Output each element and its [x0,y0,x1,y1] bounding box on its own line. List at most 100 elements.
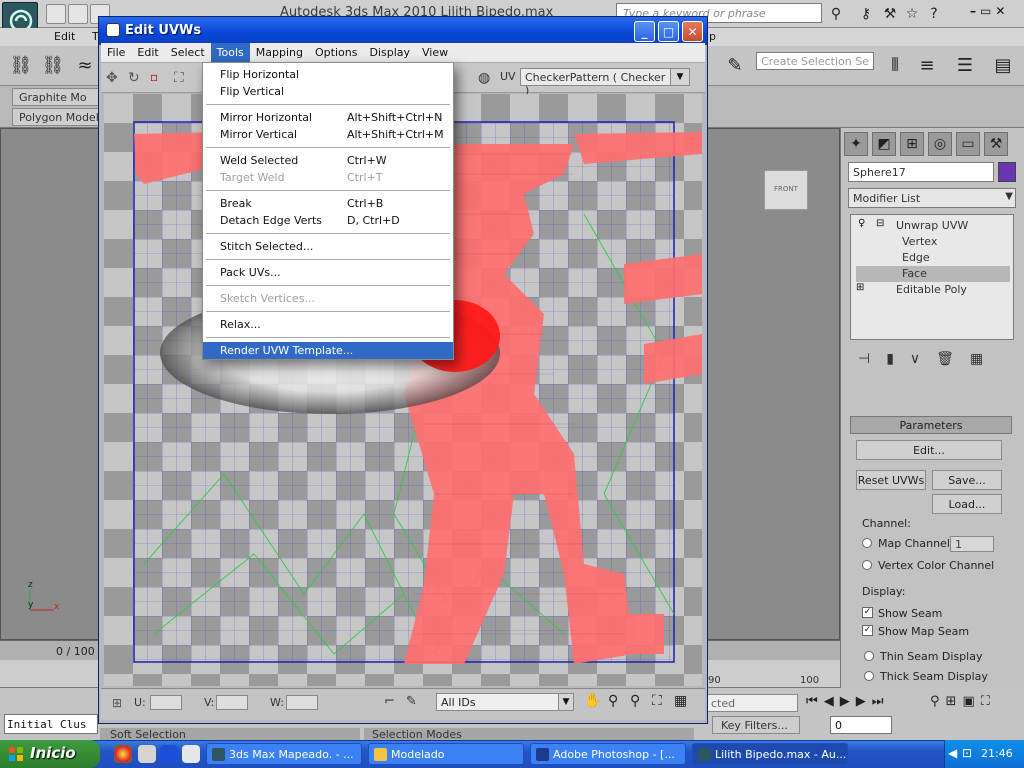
stack-item-edge[interactable]: Edge [856,250,1010,266]
grid-snap-icon[interactable]: ▦ [674,693,687,709]
rotate-icon[interactable]: ↻ [128,70,140,86]
network-icon[interactable]: ⊡ [962,746,972,760]
configure-sets-icon[interactable]: ▦ [970,351,983,367]
thin-seam-radio[interactable] [864,651,874,661]
zoom-extents-icon[interactable]: ⛶ [652,693,662,709]
uvw-menu-tools[interactable]: Tools [210,43,250,63]
named-selection-icon[interactable]: ✎ [722,52,748,78]
taskbar-item-lilith-bipedo[interactable]: Lilith Bipedo.max - Au... [692,743,848,765]
collapse-minus-icon[interactable]: ⊟ [876,218,884,229]
selected-set-dropdown[interactable]: cted [706,694,798,712]
thick-seam-radio[interactable] [864,671,874,681]
calculator-icon[interactable] [138,745,156,763]
close-icon[interactable]: ✕ [995,4,1005,24]
filter-selected-icon[interactable]: ✎ [406,694,417,709]
zoom-icon[interactable]: ⚲ [930,694,940,709]
current-frame-input[interactable]: 0 [830,716,892,734]
mirror-icon[interactable]: ⫴ [882,52,908,78]
uvw-menu-file[interactable]: File [101,43,131,63]
minimize-icon[interactable]: – [970,4,976,24]
edit-uvws-button[interactable]: Edit... [856,440,1002,460]
pan-hand-icon[interactable]: ✋ [584,693,601,709]
modify-tab-icon[interactable]: ◩ [872,132,896,156]
stack-item-vertex[interactable]: Vertex [856,234,1010,250]
chrome-icon[interactable] [114,745,132,763]
absolute-offset-icon[interactable]: ⊞ [112,696,122,710]
menu-item-relax[interactable]: Relax... [203,316,453,333]
next-frame-icon[interactable]: ▶ [856,694,866,709]
show-map-icon[interactable]: ◍ [478,70,490,86]
open-file-button[interactable] [68,4,88,24]
maximize-viewport-icon[interactable]: ⛶ [981,694,990,709]
named-selection-set-input[interactable]: Create Selection Se [756,52,874,70]
w-coord-input[interactable] [286,695,318,710]
map-channel-spinner[interactable]: 1 [950,536,994,552]
close-icon[interactable]: ✕ [682,21,703,42]
reset-uvws-button[interactable]: Reset UVWs [856,470,926,490]
menu-item-mirror-vertical[interactable]: Mirror Vertical Alt+Shift+Ctrl+M [203,126,453,143]
maxscript-listener[interactable]: Initial Clus [4,714,98,734]
modifier-list-dropdown[interactable]: Modifier List ▼ [848,188,1016,208]
goto-start-icon[interactable]: ⏮ [806,694,818,709]
uvw-menu-edit[interactable]: Edit [131,43,164,63]
menu-item-render-uvw-template[interactable]: Render UVW Template... [203,342,453,359]
uv-toggle-icon[interactable]: UV [500,70,516,83]
zoom-extents-icon[interactable]: ▣ [962,694,974,709]
freeform-icon[interactable]: ⛶ [174,70,184,86]
bind-space-warp-icon[interactable]: ≈ [72,52,98,78]
play-icon[interactable]: ▶ [840,694,850,709]
viewcube[interactable]: FRONT [764,170,808,210]
vertex-color-radio[interactable] [862,560,872,570]
show-seam-checkbox[interactable]: ✓ [862,607,873,618]
graphite-toggle-icon[interactable]: ▤ [990,52,1016,78]
show-desktop-icon[interactable] [182,745,200,763]
menu-item-flip-horizontal[interactable]: Flip Horizontal [203,66,453,83]
align-icon[interactable]: ≡ [914,52,940,78]
binoculars-icon[interactable]: ⚲ [826,4,846,24]
menu-item-stitch-selected[interactable]: Stitch Selected... [203,238,453,255]
uvw-menu-view[interactable]: View [416,43,454,63]
tray-back-icon[interactable]: ◀ [948,746,957,760]
create-tab-icon[interactable]: ✦ [844,132,868,156]
prev-frame-icon[interactable]: ◀ [824,694,834,709]
uvw-menu-options[interactable]: Options [309,43,363,63]
favorites-star-icon[interactable]: ☆ [902,4,922,24]
motion-tab-icon[interactable]: ◎ [928,132,952,156]
link-icon[interactable]: ⛓ [8,52,34,78]
new-file-button[interactable] [46,4,66,24]
menu-edit[interactable]: Edit [54,30,75,43]
menu-item-flip-vertical[interactable]: Flip Vertical [203,83,453,100]
uvw-menu-mapping[interactable]: Mapping [250,43,309,63]
restore-icon[interactable]: ▭ [980,4,991,24]
object-name-input[interactable]: Sphere17 [848,162,994,182]
taskbar-item-photoshop[interactable]: Adobe Photoshop - [... [530,743,686,765]
display-tab-icon[interactable]: ▭ [956,132,980,156]
pin-stack-icon[interactable]: ⊣ [858,351,870,367]
help-icon[interactable]: ? [924,4,944,24]
lock-selection-icon[interactable]: ⌐ [384,694,395,709]
unlink-icon[interactable]: ⛓ [40,52,66,78]
app-window-controls[interactable]: – ▭ ✕ [970,4,1022,24]
remove-modifier-icon[interactable]: 🗑 [936,351,954,367]
u-coord-input[interactable] [150,695,182,710]
clock[interactable]: 21:46 [981,747,1013,760]
texture-map-dropdown[interactable]: CheckerPattern ( Checker ) [520,68,678,97]
taskbar-item-modelado[interactable]: Modelado [368,743,524,765]
uvw-menu-select[interactable]: Select [165,43,211,63]
ribbon-tab-polygon-modeling[interactable]: Polygon Modeling [12,108,102,126]
stack-item-editable-poly[interactable]: Editable Poly [856,282,1010,298]
lightbulb-icon[interactable]: ♀ [858,218,865,229]
map-channel-radio[interactable] [862,538,872,548]
menu-item-break[interactable]: Break Ctrl+B [203,195,453,212]
ribbon-tab-graphite[interactable]: Graphite Mo [12,88,102,106]
zoom-region-icon[interactable]: ⚲ [630,693,640,709]
edit-uvws-titlebar[interactable]: Edit UVWs [99,17,707,45]
hierarchy-tab-icon[interactable]: ⊞ [900,132,924,156]
chevron-down-icon[interactable]: ▼ [670,68,690,86]
stack-item-face[interactable]: Face [856,266,1010,282]
menu-item-pack-uvs[interactable]: Pack UVs... [203,264,453,281]
v-coord-input[interactable] [216,695,248,710]
show-map-seam-checkbox[interactable]: ✓ [862,625,873,636]
object-color-swatch[interactable] [998,162,1016,182]
maximize-icon[interactable]: □ [658,21,679,42]
